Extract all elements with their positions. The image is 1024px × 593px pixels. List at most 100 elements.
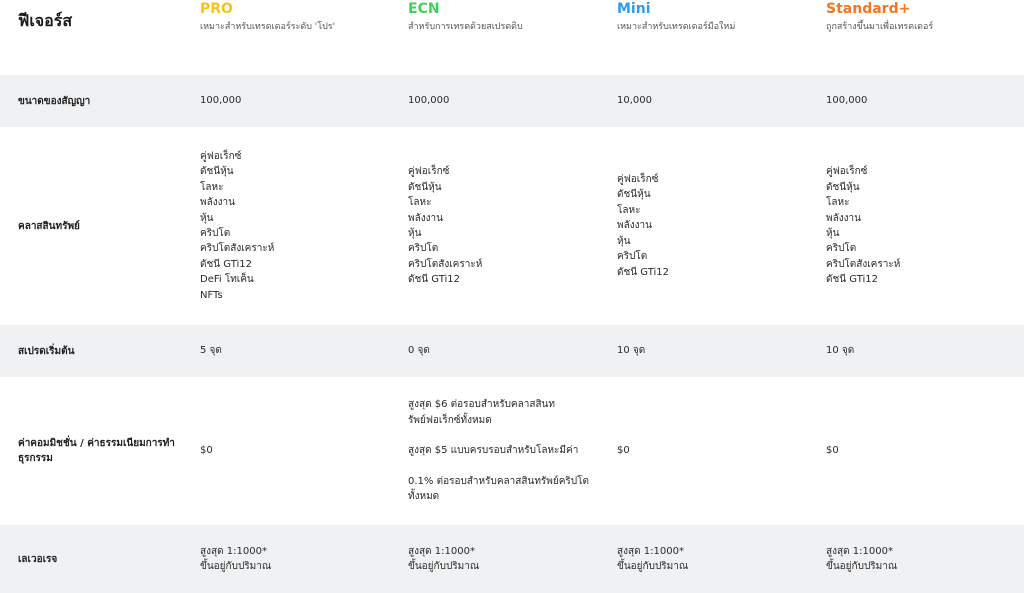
value-line: สูงสุด 1:1000*	[826, 545, 893, 557]
value-line: 10,000	[617, 95, 652, 107]
account-name-mini: Mini	[617, 1, 651, 17]
row-label: ขนาดของสัญญา	[18, 95, 91, 107]
account-description-standard-plus: ถูกสร้างขึ้นมาเพื่อเทรดเดอร์	[826, 22, 934, 32]
value-line: 0 จุด	[408, 345, 430, 357]
value-cell: คู่ฟอเร็กซ์ดัชนีหุ้นโลหะพลังงานหุ้นคริปโ…	[617, 127, 817, 325]
account-description-pro: เหมาะสำหรับเทรดเดอร์ระดับ 'โปร'	[200, 22, 336, 32]
value-line: ดัชนี GTi12	[200, 258, 252, 270]
value-line: คริปโตสังเคราะห์	[826, 258, 901, 270]
account-ecn: ECN สำหรับการเทรดด้วยสเปรดดิบ	[408, 0, 608, 75]
value-cell: 10,000	[617, 75, 817, 127]
value-line: สูงสุด 1:1000*	[617, 545, 684, 557]
value-cell: คู่ฟอเร็กซ์ดัชนีหุ้นโลหะพลังงานหุ้นคริปโ…	[826, 127, 1024, 325]
value-line: คู่ฟอเร็กซ์	[826, 166, 868, 178]
value-line: สูงสุด 1:1000*	[408, 545, 475, 557]
value-cell: 10 จุด	[617, 325, 817, 377]
value-line: 100,000	[826, 95, 868, 107]
value-cell: สูงสุด $6 ต่อรอบสำหรับคลาสสินทรัพย์ฟอเร็…	[408, 377, 608, 525]
value-line: สูงสุด 1:1000*	[200, 545, 267, 557]
account-name-ecn: ECN	[408, 1, 440, 17]
value-line: NFTs	[200, 289, 223, 301]
value-line: ขึ้นอยู่กับปริมาณ	[408, 561, 480, 572]
value-line: พลังงาน	[617, 220, 652, 232]
value-line: $0	[200, 445, 213, 457]
value-cell: คู่ฟอเร็กซ์ดัชนีหุ้นโลหะพลังงานหุ้นคริปโ…	[408, 127, 608, 325]
comparison-table: ฟีเจอร์ส PRO เหมาะสำหรับเทรดเดอร์ระดับ '…	[0, 0, 1024, 593]
value-line: ดัชนี GTi12	[408, 274, 460, 286]
value-line: ดัชนีหุ้น	[826, 181, 860, 193]
value-line: หุ้น	[826, 228, 840, 239]
value-line: ดัชนีหุ้น	[617, 189, 651, 201]
value-cell: $0	[617, 377, 817, 525]
row-label: ค่าคอมมิชชั่น / ค่าธรรมเนียมการทำธุรกรรม	[18, 438, 175, 464]
value-line: หุ้น	[617, 235, 631, 247]
value-line: คู่ฟอเร็กซ์	[617, 174, 659, 186]
value-line: ดัชนีหุ้น	[200, 166, 234, 178]
value-cell: 10 จุด	[826, 325, 1024, 377]
value-line: คู่ฟอเร็กซ์	[200, 150, 242, 162]
value-cell: $0	[826, 377, 1024, 525]
value-paragraph: 0.1% ต่อรอบสำหรับคลาสสินทรัพย์คริปโตทั้ง…	[408, 475, 590, 503]
row-label: คลาสสินทรัพย์	[18, 220, 80, 232]
value-line: 100,000	[408, 95, 450, 107]
value-line: โลหะ	[617, 204, 641, 216]
account-mini: Mini เหมาะสำหรับเทรดเดอร์มือใหม่	[617, 0, 817, 75]
value-cell: 0 จุด	[408, 325, 608, 377]
account-name-pro: PRO	[200, 1, 233, 17]
features-title: ฟีเจอร์ส	[18, 11, 73, 30]
header-features-cell: ฟีเจอร์ส	[18, 0, 188, 75]
row-asset-classes: คลาสสินทรัพย์ คู่ฟอเร็กซ์ ดัชนีหุ้น โลหะ พล…	[0, 127, 1024, 325]
value-cell: สูงสุด 1:1000* ขึ้นอยู่กับปริมาณ	[200, 525, 400, 593]
table-header: ฟีเจอร์ส PRO เหมาะสำหรับเทรดเดอร์ระดับ '…	[0, 0, 1024, 75]
row-contract-size: ขนาดของสัญญา 100,000 100,000 10,000 100,…	[0, 75, 1024, 127]
account-pro: PRO เหมาะสำหรับเทรดเดอร์ระดับ 'โปร'	[200, 0, 400, 75]
value-line: ขึ้นอยู่กับปริมาณ	[826, 561, 898, 572]
row-label: สเปรดเริ่มต้น	[18, 345, 75, 357]
value-cell: สูงสุด 1:1000* ขึ้นอยู่กับปริมาณ	[617, 525, 817, 593]
row-commission: ค่าคอมมิชชั่น / ค่าธรรมเนียมการทำธุรกรรม…	[0, 377, 1024, 525]
value-line: พลังงาน	[200, 197, 235, 209]
row-starting-spread: สเปรดเริ่มต้น 5 จุด 0 จุด 10 จุด 10 จุด	[0, 325, 1024, 377]
value-line: DeFi โทเค็น	[200, 274, 254, 286]
value-cell: สูงสุด 1:1000* ขึ้นอยู่กับปริมาณ	[826, 525, 1024, 593]
value-paragraph: สูงสุด $6 ต่อรอบสำหรับคลาสสินทรัพย์ฟอเร็…	[408, 399, 555, 426]
value-line: โลหะ	[408, 197, 432, 209]
value-line: พลังงาน	[826, 212, 861, 224]
value-line: คริปโต	[408, 243, 439, 255]
account-name-standard-plus: Standard+	[826, 1, 911, 17]
value-line: หุ้น	[200, 212, 214, 224]
value-cell: สูงสุด 1:1000* ขึ้นอยู่กับปริมาณ	[408, 525, 608, 593]
value-line: คริปโตสังเคราะห์	[408, 258, 483, 270]
value-line: พลังงาน	[408, 212, 443, 224]
value-paragraph: สูงสุด $5 แบบครบรอบสำหรับโลหะมีค่า	[408, 445, 579, 457]
value-line: คริปโต	[617, 251, 648, 263]
value-line: คู่ฟอเร็กซ์	[408, 166, 450, 178]
value-line: $0	[826, 445, 839, 457]
value-line: โลหะ	[826, 197, 850, 209]
value-line: ขึ้นอยู่กับปริมาณ	[200, 561, 272, 572]
value-cell: 100,000	[408, 75, 608, 127]
value-line: คริปโตสังเคราะห์	[200, 243, 275, 255]
value-cell: $0	[200, 377, 400, 525]
value-cell: 5 จุด	[200, 325, 400, 377]
row-label: เลเวอเรจ	[18, 553, 58, 565]
value-line: ดัชนี GTi12	[617, 266, 669, 278]
account-standard-plus: Standard+ ถูกสร้างขึ้นมาเพื่อเทรดเดอร์	[826, 0, 1024, 75]
value-line: คริปโต	[200, 228, 231, 239]
value-line: โลหะ	[200, 181, 224, 193]
account-description-mini: เหมาะสำหรับเทรดเดอร์มือใหม่	[617, 22, 736, 32]
value-line: ดัชนี GTi12	[826, 274, 878, 286]
row-leverage: เลเวอเรจ สูงสุด 1:1000* ขึ้นอยู่กับปริมาณ…	[0, 525, 1024, 593]
value-line: หุ้น	[408, 228, 422, 239]
account-description-ecn: สำหรับการเทรดด้วยสเปรดดิบ	[408, 22, 523, 32]
value-line: ขึ้นอยู่กับปริมาณ	[617, 561, 689, 572]
value-line: $0	[617, 445, 630, 457]
value-line: ดัชนีหุ้น	[408, 181, 442, 193]
value-line: 10 จุด	[826, 345, 855, 357]
value-line: คริปโต	[826, 243, 857, 255]
value-cell: คู่ฟอเร็กซ์ดัชนีหุ้นโลหะพลังงานหุ้นคริปโ…	[200, 127, 400, 325]
value-line: 5 จุด	[200, 345, 222, 357]
value-line: 100,000	[200, 95, 242, 107]
value-cell: 100,000	[200, 75, 400, 127]
value-cell: 100,000	[826, 75, 1024, 127]
